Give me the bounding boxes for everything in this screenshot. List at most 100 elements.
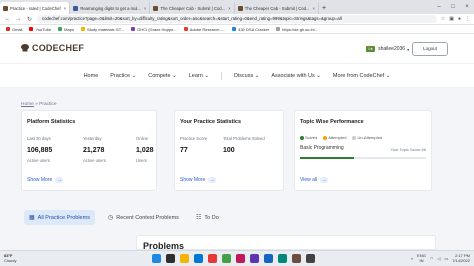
bookmark-label: YouTube: [35, 26, 52, 32]
tab-title: Practice - rated | CodeChef: [10, 5, 61, 11]
stat-unit: Active users: [27, 158, 50, 163]
stat-unit: Users: [136, 158, 147, 163]
bookmark-item[interactable]: https://de.gh.ac.in/...: [276, 27, 318, 32]
maps-icon: [58, 27, 63, 31]
problems-card: Problems: [136, 235, 436, 251]
breadcrumb-current: Practice: [39, 102, 57, 107]
user-menu[interactable]: 1★ shailee2036 ▾: [366, 46, 409, 52]
tab-title: The Cheaper Cab - Submit | Cod...: [160, 5, 226, 11]
wifi-icon[interactable]: ◠: [430, 256, 434, 261]
browser-tab[interactable]: Practice - rated | CodeChef ×: [0, 2, 71, 14]
taskbar-app-icon[interactable]: [306, 254, 315, 263]
close-tab-icon[interactable]: ×: [228, 6, 231, 11]
bookmark-item[interactable]: Study materials GT...: [80, 27, 124, 32]
topic-name[interactable]: Basic Programming: [300, 145, 344, 151]
taskbar-app-icon[interactable]: [166, 254, 175, 263]
close-tab-icon[interactable]: ×: [312, 6, 315, 11]
chevron-down-icon: ⌄: [316, 72, 321, 79]
chef-hat-icon: [21, 44, 29, 52]
taskbar-app-icon[interactable]: [264, 254, 273, 263]
nav-learn[interactable]: Learn ⌄: [189, 73, 209, 79]
window-controls: – □ ×: [432, 0, 474, 14]
bookmark-item[interactable]: GHCI (Grace Hoppe...: [131, 27, 177, 32]
taskbar-app-icon[interactable]: [292, 254, 301, 263]
maximize-icon[interactable]: □: [446, 4, 460, 10]
close-tab-icon[interactable]: ×: [144, 6, 147, 11]
tab-title: Rearranging digits to get a mul...: [80, 5, 141, 11]
address-bar-row: ← → ↻ codechef.com/practice?page=0&limit…: [0, 14, 474, 25]
taskbar-app-icon[interactable]: [278, 254, 287, 263]
legend-item: Un-Attempted: [352, 135, 382, 140]
close-tab-icon[interactable]: ×: [64, 6, 67, 11]
nav-home[interactable]: Home: [84, 73, 99, 79]
back-icon[interactable]: ←: [4, 16, 11, 22]
browser-tab[interactable]: Rearranging digits to get a mul... ×: [70, 2, 151, 14]
chevron-down-icon: ▾: [407, 46, 410, 52]
weather-widget[interactable]: 83°F Cloudy: [4, 253, 16, 263]
url-field[interactable]: codechef.com/practice?page=0&limit=20&so…: [37, 15, 437, 23]
practice-score-label: Practice Score: [180, 136, 208, 141]
chevron-up-icon[interactable]: ˄: [411, 256, 413, 261]
nav-practice[interactable]: Practice ⌄: [110, 73, 136, 79]
taskbar-app-icon[interactable]: [250, 254, 259, 263]
show-more-link[interactable]: Show More →: [27, 177, 64, 183]
taskbar-app-icon[interactable]: [236, 254, 245, 263]
tab-recent-contest-problems[interactable]: ◷ Recent Contest Problems: [108, 214, 179, 222]
nav-label: Discuss: [233, 72, 254, 79]
legend-swatch: [352, 135, 357, 140]
logout-button[interactable]: Logout: [412, 42, 448, 56]
legend-label: Un-Attempted: [357, 135, 383, 140]
bookmark-item[interactable]: 430 DSA Cracker: [232, 27, 269, 32]
bookmark-item[interactable]: Maps: [58, 27, 74, 32]
browser-tab[interactable]: The Cheaper Cab - Submit | Cod... ×: [235, 2, 320, 14]
minimize-icon[interactable]: –: [432, 4, 446, 10]
forward-icon[interactable]: →: [15, 16, 22, 22]
tab-all-practice-problems[interactable]: ▦ All Practice Problems: [24, 210, 95, 225]
bookmark-item[interactable]: Adobe Research -...: [183, 26, 226, 32]
clock[interactable]: 2:17 PM 7/14/2022: [452, 253, 470, 263]
view-all-link[interactable]: View all →: [300, 177, 329, 183]
new-tab-button[interactable]: +: [319, 2, 329, 14]
battery-icon[interactable]: ▭: [444, 256, 448, 261]
tab-label: All Practice Problems: [37, 214, 90, 221]
username: shailee2036: [378, 46, 406, 52]
stat-value: 21,278: [83, 147, 105, 154]
tab-to-do[interactable]: ☷ To Do: [196, 214, 219, 222]
profile-icon[interactable]: ●: [458, 16, 461, 22]
bookmark-item[interactable]: Gmail: [6, 27, 22, 32]
chevron-down-icon: ⌄: [385, 72, 391, 79]
nav-more[interactable]: More from CodeChef ⌄: [333, 73, 391, 79]
topic-score: Your Topic Score 66: [390, 147, 426, 152]
browser-tab[interactable]: The Cheaper Cab - Submit | Cod... ×: [150, 2, 235, 14]
arrow-right-icon: →: [208, 177, 217, 183]
show-more-label: Show More: [180, 177, 206, 183]
card-title: Platform Statistics: [27, 119, 76, 125]
gmail-icon: [6, 27, 10, 31]
chevron-down-icon: ⌄: [172, 72, 177, 79]
reload-icon[interactable]: ↻: [26, 16, 33, 23]
star-bookmark-icon[interactable]: ☆: [441, 16, 445, 22]
close-window-icon[interactable]: ×: [460, 4, 474, 10]
taskbar-app-icon[interactable]: [222, 254, 231, 263]
weather-condition: Cloudy: [4, 258, 17, 263]
volume-icon[interactable]: ◁: [437, 256, 440, 261]
start-icon[interactable]: [152, 254, 161, 263]
bookmark-label: Adobe Research -...: [189, 26, 226, 32]
taskbar-app-icon[interactable]: [180, 254, 189, 263]
card-title: Your Practice Statistics: [180, 119, 242, 125]
taskbar-app-icon[interactable]: [194, 254, 203, 263]
nav-discuss[interactable]: Discuss ⌄: [234, 73, 259, 79]
codechef-logo[interactable]: CODECHEF: [20, 43, 84, 53]
nav-compete[interactable]: Compete ⌄: [148, 73, 176, 79]
taskbar-app-icon[interactable]: [208, 254, 217, 263]
address-bar-icons: ☆ ▣ ● ⋮: [441, 16, 470, 22]
chevron-down-icon: ⌄: [131, 72, 137, 79]
nav-associate[interactable]: Associate with Us ⌄: [271, 73, 321, 79]
language-indicator[interactable]: ENG IN: [417, 253, 426, 263]
breadcrumb-home[interactable]: Home: [21, 102, 34, 107]
extensions-icon[interactable]: ▣: [449, 16, 454, 22]
bookmark-item[interactable]: YouTube: [29, 27, 51, 32]
show-more-link[interactable]: Show More →: [180, 177, 217, 183]
site-favicon-icon: [73, 5, 79, 11]
menu-icon[interactable]: ⋮: [465, 16, 470, 22]
